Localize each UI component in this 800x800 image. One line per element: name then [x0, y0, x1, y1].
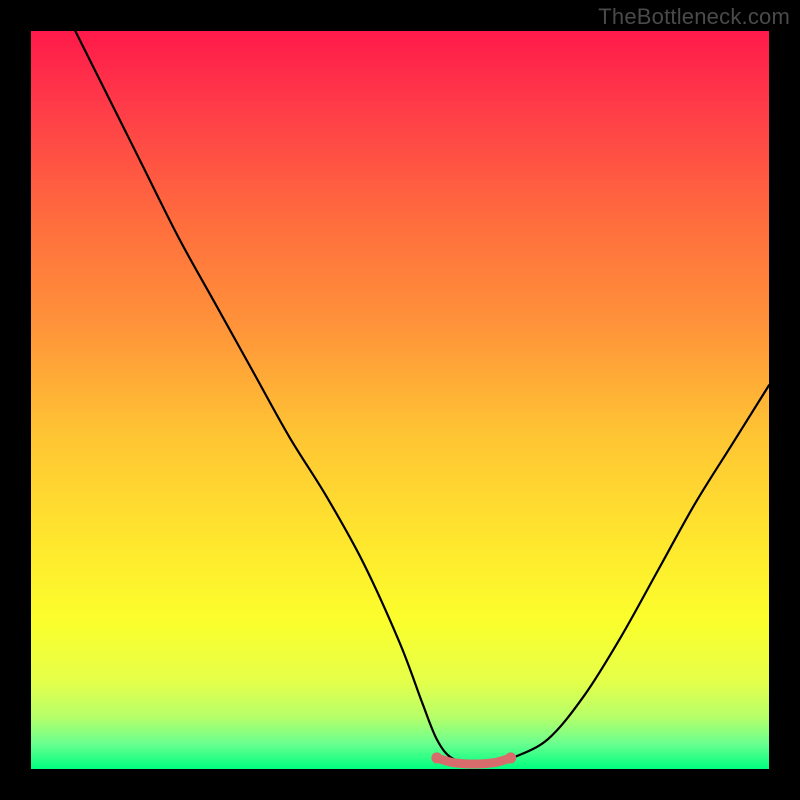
bottleneck-curve-path: [75, 31, 769, 765]
floor-highlight-path: [437, 758, 511, 764]
floor-highlight-endcap: [431, 752, 442, 763]
bottleneck-curve-svg: [31, 31, 769, 769]
floor-highlight-endcap: [505, 752, 516, 763]
outer-black-frame: TheBottleneck.com: [0, 0, 800, 800]
plot-area: [31, 31, 769, 769]
watermark-text: TheBottleneck.com: [598, 4, 790, 30]
